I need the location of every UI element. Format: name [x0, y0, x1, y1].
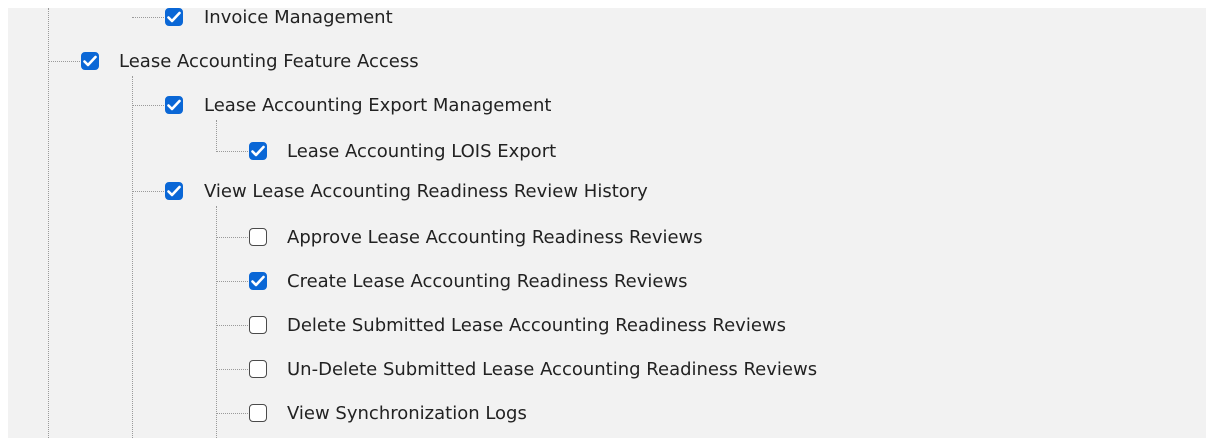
tree-node-undelete-submitted-readiness-reviews[interactable]: Un-Delete Submitted Lease Accounting Rea…	[8, 354, 1198, 386]
check-icon	[83, 55, 97, 67]
tree-node-view-synchronization-logs[interactable]: View Synchronization Logs	[8, 398, 1198, 430]
tree-connector	[216, 281, 250, 282]
tree-connector	[216, 237, 250, 238]
check-icon	[251, 275, 265, 287]
tree-node-label: Lease Accounting LOIS Export	[287, 141, 557, 162]
tree-node-lease-accounting-lois-export[interactable]: Lease Accounting LOIS Export	[8, 136, 1198, 168]
tree-connector	[216, 369, 250, 370]
check-icon	[167, 99, 181, 111]
checkbox[interactable]	[249, 142, 267, 160]
tree-node-lease-accounting-export-management[interactable]: Lease Accounting Export Management	[8, 90, 1198, 122]
checkbox[interactable]	[249, 228, 267, 246]
checkbox[interactable]	[249, 360, 267, 378]
permissions-tree-panel: Invoice Management Lease Accounting Feat…	[0, 0, 1206, 438]
tree-node-label: View Synchronization Logs	[287, 403, 527, 424]
tree-node-lease-accounting-feature-access[interactable]: Lease Accounting Feature Access	[8, 46, 1198, 78]
checkbox[interactable]	[249, 316, 267, 334]
check-icon	[251, 145, 265, 157]
tree-node-label: Un-Delete Submitted Lease Accounting Rea…	[287, 359, 818, 380]
check-icon	[167, 11, 181, 23]
tree-node-label: Delete Submitted Lease Accounting Readin…	[287, 315, 787, 336]
checkbox[interactable]	[165, 8, 183, 26]
tree-node-view-readiness-review-history[interactable]: View Lease Accounting Readiness Review H…	[8, 176, 1198, 208]
checkbox[interactable]	[165, 96, 183, 114]
tree-connector	[216, 325, 250, 326]
tree-connector	[216, 151, 250, 152]
tree-connector	[216, 413, 250, 414]
tree-node-label: Create Lease Accounting Readiness Review…	[287, 271, 688, 292]
tree-connector	[132, 191, 166, 192]
tree-node-label: Lease Accounting Export Management	[204, 95, 552, 116]
tree-connector	[132, 105, 166, 106]
checkbox[interactable]	[165, 182, 183, 200]
tree-node-label: View Lease Accounting Readiness Review H…	[204, 181, 648, 202]
checkbox[interactable]	[249, 404, 267, 422]
permissions-tree: Invoice Management Lease Accounting Feat…	[8, 7, 1206, 438]
tree-node-label: Approve Lease Accounting Readiness Revie…	[287, 227, 703, 248]
tree-node-create-readiness-reviews[interactable]: Create Lease Accounting Readiness Review…	[8, 266, 1198, 298]
checkbox[interactable]	[249, 272, 267, 290]
tree-node-approve-readiness-reviews[interactable]: Approve Lease Accounting Readiness Revie…	[8, 222, 1198, 254]
tree-node-delete-submitted-readiness-reviews[interactable]: Delete Submitted Lease Accounting Readin…	[8, 310, 1198, 342]
tree-node-invoice-management[interactable]: Invoice Management	[8, 2, 1198, 34]
tree-node-label: Invoice Management	[204, 7, 393, 28]
checkbox[interactable]	[81, 52, 99, 70]
tree-connector	[48, 61, 82, 62]
tree-node-label: Lease Accounting Feature Access	[119, 51, 419, 72]
tree-connector	[132, 17, 166, 18]
check-icon	[167, 185, 181, 197]
